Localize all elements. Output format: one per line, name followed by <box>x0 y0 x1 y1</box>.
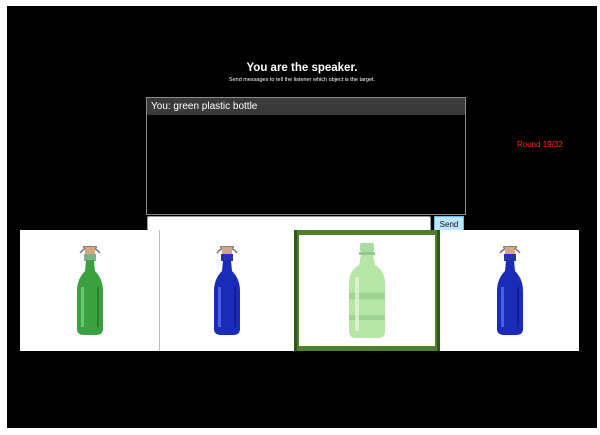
object-tile-2[interactable] <box>159 230 294 351</box>
round-counter: Round 19/32 <box>517 140 563 149</box>
object-strip <box>20 230 579 351</box>
blue-glass-bottle-image <box>214 245 240 335</box>
object-tile-4[interactable] <box>440 230 579 351</box>
blue-glass-bottle-image <box>496 245 523 335</box>
chat-message: You: green plastic bottle <box>147 98 465 115</box>
instructions-text: Send messages to tell the listener which… <box>228 77 376 83</box>
green-plastic-bottle-image <box>349 242 385 338</box>
object-tile-3[interactable] <box>294 230 440 351</box>
page-title: You are the speaker. <box>246 62 358 74</box>
game-screen: You are the speaker. Send messages to te… <box>7 6 597 428</box>
chat-log: You: green plastic bottle <box>146 97 466 215</box>
green-glass-bottle-image <box>76 245 103 335</box>
object-tile-1[interactable] <box>20 230 159 351</box>
